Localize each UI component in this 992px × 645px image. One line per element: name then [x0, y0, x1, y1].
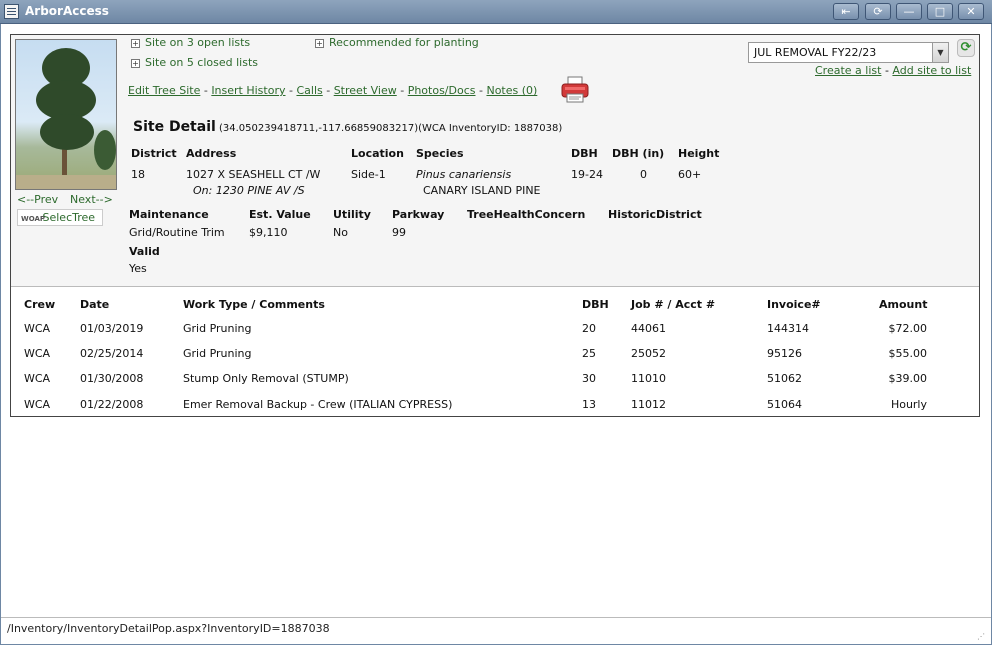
col-crew: Crew: [24, 298, 56, 311]
refresh-window-button[interactable]: ⟳: [865, 3, 891, 20]
status-bar: /Inventory/InventoryDetailPop.aspx?Inven…: [1, 617, 991, 644]
location-label: Location: [351, 147, 404, 160]
species-latin: Pinus canariensis: [416, 168, 512, 181]
dbh-value: 19-24: [571, 168, 603, 181]
create-list-link[interactable]: Create a list: [815, 64, 881, 77]
valid-value: Yes: [129, 262, 147, 275]
height-label: Height: [678, 147, 720, 160]
prev-link[interactable]: <--Prev: [17, 193, 58, 206]
table-row[interactable]: WCA 01/22/2008 Emer Removal Backup - Cre…: [11, 398, 979, 418]
expand-icon: +: [315, 39, 324, 48]
col-amount: Amount: [879, 298, 928, 311]
parkway-value: 99: [392, 226, 406, 239]
table-header: Crew Date Work Type / Comments DBH Job #…: [11, 298, 979, 318]
col-job: Job # / Acct #: [631, 298, 716, 311]
address-value: 1027 X SEASHELL CT /W: [186, 168, 321, 181]
expand-icon: +: [131, 39, 140, 48]
calls-link[interactable]: Calls: [296, 84, 322, 97]
site-coordinates: (34.050239418711,-117.66859083217)(WCA I…: [219, 123, 563, 134]
district-value: 18: [131, 168, 145, 181]
list-select[interactable]: JUL REMOVAL FY22/23 ▼: [748, 42, 949, 63]
edit-tree-site-link[interactable]: Edit Tree Site: [128, 84, 200, 97]
site-detail-title: Site Detail: [133, 119, 216, 135]
add-site-to-list-link[interactable]: Add site to list: [892, 64, 971, 77]
close-button[interactable]: ✕: [958, 3, 984, 20]
insert-history-link[interactable]: Insert History: [211, 84, 285, 97]
dbh-in-label: DBH (in): [612, 147, 665, 160]
valid-label: Valid: [129, 245, 160, 258]
species-common: CANARY ISLAND PINE: [423, 184, 541, 197]
street-view-link[interactable]: Street View: [334, 84, 397, 97]
address-label: Address: [186, 147, 237, 160]
maintenance-value: Grid/Routine Trim: [129, 226, 225, 239]
height-value: 60+: [678, 168, 702, 181]
list-select-value: JUL REMOVAL FY22/23: [754, 46, 877, 59]
table-row[interactable]: WCA 01/30/2008 Stump Only Removal (STUMP…: [11, 372, 979, 392]
closed-lists-toggle[interactable]: + Site on 5 closed lists: [131, 56, 258, 69]
pin-button[interactable]: ⇤: [833, 3, 859, 20]
est-value: $9,110: [249, 226, 288, 239]
tree-health-label: TreeHealthConcern: [467, 208, 586, 221]
historic-district-label: HistoricDistrict: [608, 208, 702, 221]
col-work-type: Work Type / Comments: [183, 298, 325, 311]
col-dbh: DBH: [582, 298, 609, 311]
table-row[interactable]: WCA 01/03/2019 Grid Pruning 20 44061 144…: [11, 322, 979, 342]
col-invoice: Invoice#: [767, 298, 821, 311]
status-url: /Inventory/InventoryDetailPop.aspx?Inven…: [7, 622, 330, 635]
district-label: District: [131, 147, 177, 160]
resize-grip-icon[interactable]: ⋰: [977, 632, 987, 642]
photos-docs-link[interactable]: Photos/Docs: [408, 84, 476, 97]
location-value: Side-1: [351, 168, 386, 181]
minimize-button[interactable]: —: [896, 3, 922, 20]
next-link[interactable]: Next-->: [70, 193, 113, 206]
refresh-icon[interactable]: ⟳: [957, 39, 975, 57]
utility-value: No: [333, 226, 348, 239]
dbh-in-value: 0: [640, 168, 647, 181]
title-bar: ArborAccess ⇤ ⟳ — □ ✕: [0, 0, 992, 24]
site-summary: <--Prev Next--> WOAP SelecTree + Site on …: [11, 35, 979, 287]
expand-icon: +: [131, 59, 140, 68]
maximize-button[interactable]: □: [927, 3, 953, 20]
app-icon: [4, 4, 19, 19]
species-label: Species: [416, 147, 464, 160]
notes-link[interactable]: Notes (0): [486, 84, 537, 97]
cross-street: On: 1230 PINE AV /S: [193, 184, 305, 197]
selectree-logo-icon: WOAP: [21, 215, 46, 223]
table-row[interactable]: WCA 02/25/2014 Grid Pruning 25 25052 951…: [11, 347, 979, 367]
window-frame: <--Prev Next--> WOAP SelecTree + Site on …: [0, 24, 992, 645]
chevron-down-icon: ▼: [932, 43, 948, 62]
site-detail-panel: <--Prev Next--> WOAP SelecTree + Site on …: [10, 34, 980, 417]
action-links: Edit Tree Site - Insert History - Calls …: [128, 84, 538, 97]
recommended-toggle[interactable]: + Recommended for planting: [315, 36, 479, 49]
window-title: ArborAccess: [25, 4, 109, 18]
tree-photo[interactable]: [15, 39, 117, 190]
utility-label: Utility: [333, 208, 371, 221]
open-lists-toggle[interactable]: + Site on 3 open lists: [131, 36, 250, 49]
selectree-button[interactable]: WOAP SelecTree: [17, 209, 103, 226]
dbh-label: DBH: [571, 147, 598, 160]
col-date: Date: [80, 298, 110, 311]
est-value-label: Est. Value: [249, 208, 311, 221]
selectree-label: SelecTree: [42, 211, 96, 224]
maintenance-label: Maintenance: [129, 208, 209, 221]
parkway-label: Parkway: [392, 208, 445, 221]
printer-icon[interactable]: [560, 76, 590, 104]
